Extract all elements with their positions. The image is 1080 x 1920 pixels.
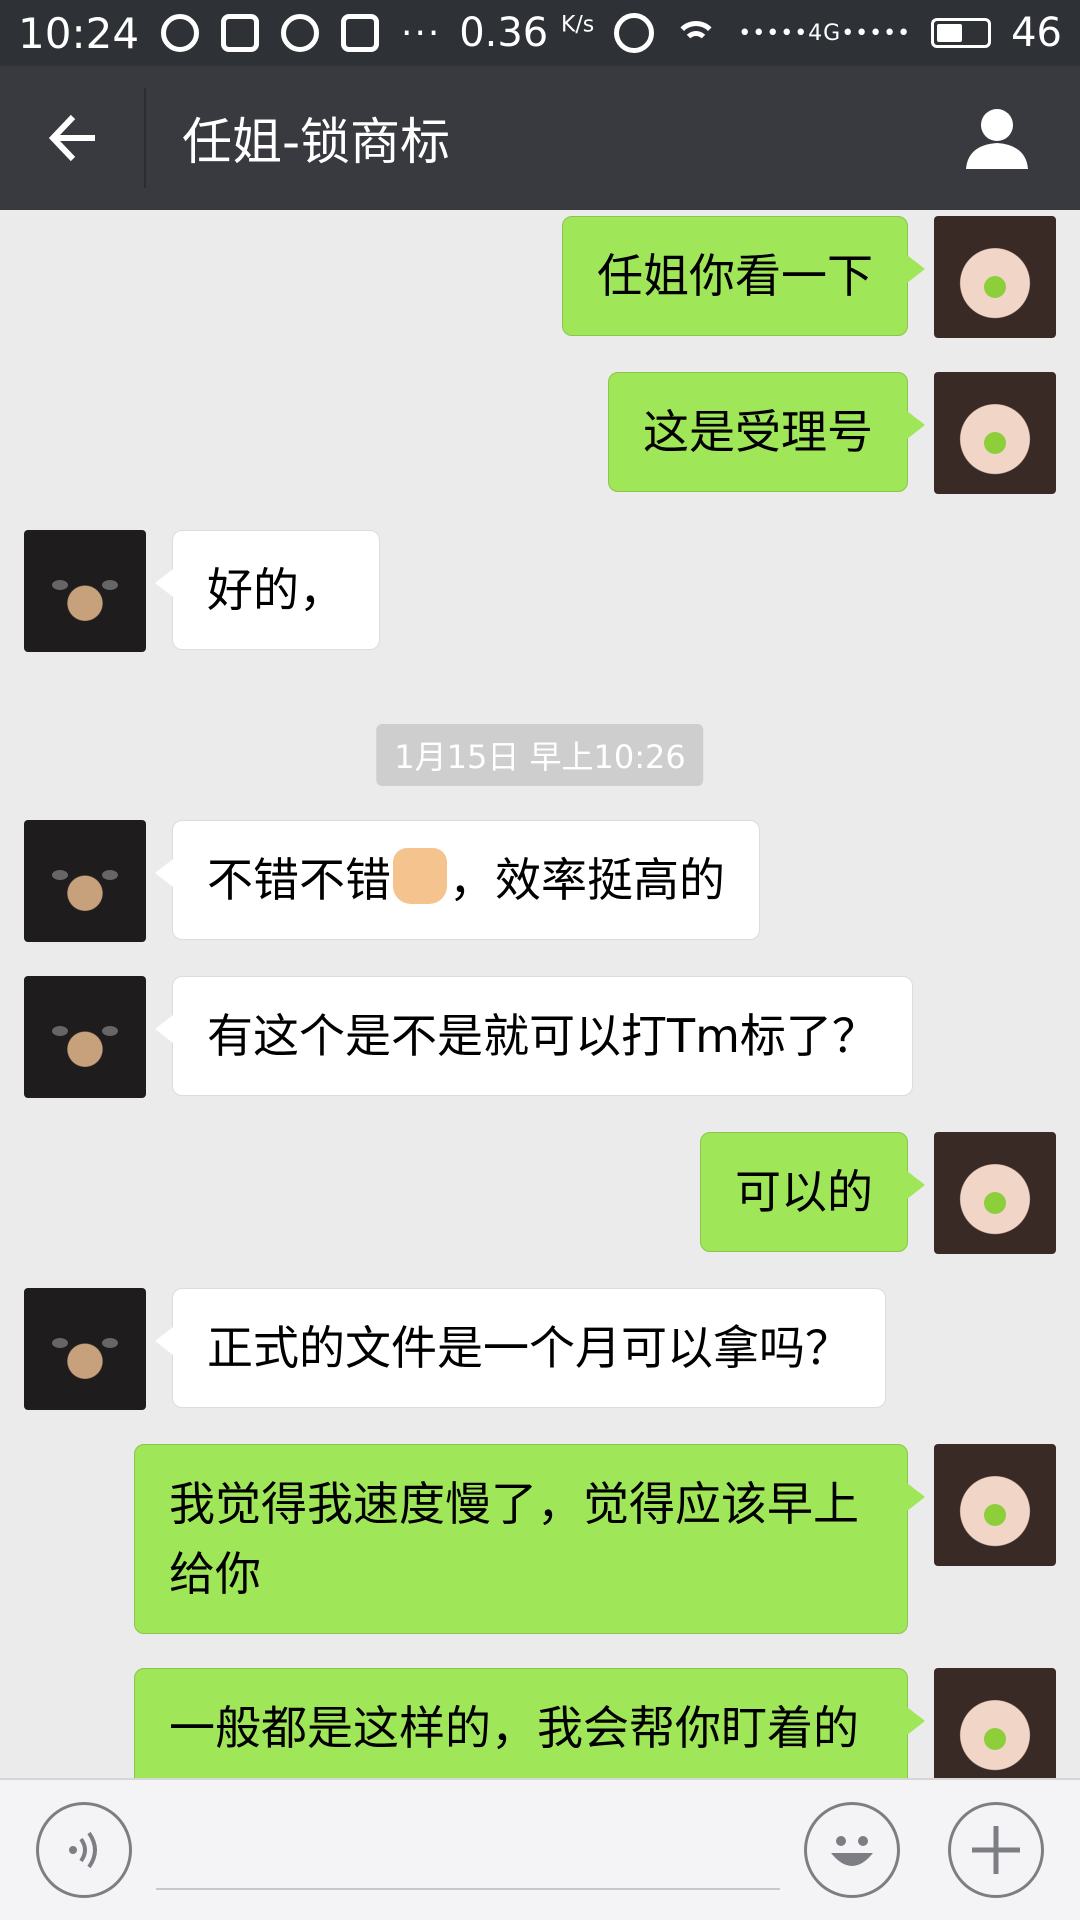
battery-icon [931,18,992,48]
avatar-contact[interactable] [24,976,146,1098]
person-icon[interactable] [962,103,1032,173]
chat-title: 任姐-锁商标 [182,113,451,171]
chat-header: 任姐-锁商标 [0,66,1080,210]
message-timestamp: 1月15日 早上10:26 [376,724,704,786]
message-bubble-received[interactable]: 好的， [155,530,380,650]
smiley-icon [831,1836,873,1866]
voice-button[interactable] [36,1802,132,1898]
thumbs-up-icon [393,848,447,904]
message-notification-icon [281,14,320,52]
avatar-contact[interactable] [24,530,146,652]
status-time: 10:24 [18,8,140,58]
arrow-left-icon [48,114,95,162]
message-bubble-sent[interactable]: 我觉得我速度慢了，觉得应该早上 给你 [134,1444,925,1634]
avatar-self[interactable] [934,216,1056,338]
avatar-contact[interactable] [24,1288,146,1410]
more-notifications-icon: ··· [401,12,442,54]
battery-level: 46 [1011,10,1062,56]
avatar-self[interactable] [934,1668,1056,1778]
voice-icon [69,1831,97,1869]
plus-icon [972,1826,1020,1874]
message-bubble-sent[interactable]: 这是受理号 [608,372,925,492]
network-speed: 0.36 K/s [459,10,595,56]
notification-icon [221,14,260,52]
message-bubble-sent[interactable]: 任姐你看一下 [562,216,925,336]
message-input[interactable] [156,1820,780,1890]
emoji-button[interactable] [804,1802,900,1898]
message-list[interactable]: 任姐你看一下 这是受理号 好的， 1月15日 早上10:26 不错不错 ，效率挺高… [0,210,1080,1778]
back-button[interactable] [0,88,146,188]
alarm-icon [614,13,655,53]
avatar-self[interactable] [934,1444,1056,1566]
message-bubble-received[interactable]: 不错不错 ，效率挺高的 [155,820,760,940]
avatar-self[interactable] [934,372,1056,494]
app-notification-icon [341,14,380,52]
message-bubble-received[interactable]: 正式的文件是一个月可以拿吗？ [155,1288,886,1408]
message-bubble-received[interactable]: 有这个是不是就可以打Tm标了？ [155,976,913,1096]
avatar-self[interactable] [934,1132,1056,1254]
more-button[interactable] [948,1802,1044,1898]
signal-indicator: •••••4G••••• [738,20,912,46]
avatar-contact[interactable] [24,820,146,942]
input-bar [0,1778,1080,1920]
message-bubble-sent[interactable]: 一般都是这样的，我会帮你盯着的 [134,1668,925,1778]
wifi-icon [674,15,719,51]
notification-icon [161,14,200,52]
message-bubble-sent[interactable]: 可以的 [700,1132,925,1252]
status-bar: 10:24 ··· 0.36 K/s •••••4G••••• 46 [0,0,1080,66]
